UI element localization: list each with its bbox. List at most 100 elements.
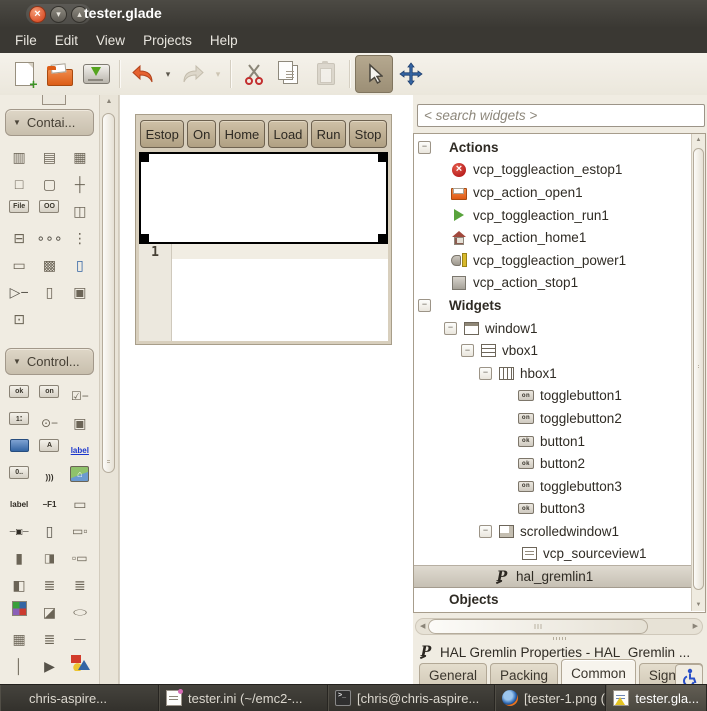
palette-icon-comboboxentry[interactable]: ◪ (36, 601, 62, 623)
palette-icon-fixed[interactable]: ┼ (67, 173, 93, 195)
drag-resize-button[interactable] (393, 56, 429, 92)
expander-icon[interactable] (418, 141, 431, 154)
properties-tab[interactable]: Packing (490, 663, 558, 685)
palette-icon-hbox[interactable]: ▥ (6, 146, 32, 168)
palette-icon-hpaned[interactable]: ◫ (67, 200, 93, 222)
palette-icon-checkbutton[interactable]: ☑− (67, 385, 93, 407)
expander-icon[interactable] (444, 322, 457, 335)
tree-row[interactable]: window1 (414, 317, 705, 340)
palette-icon-iconview[interactable] (12, 601, 27, 616)
tree-row[interactable]: vcp_toggleaction_run1 (414, 204, 705, 227)
palette-section-containers[interactable]: ▼ Contai... (5, 109, 94, 136)
palette-icon-treeview[interactable]: ≣ (36, 628, 62, 650)
palette-icon-statusbar2[interactable]: ◧ (6, 574, 32, 596)
palette-icon-filechooserbutton[interactable]: File (9, 200, 29, 213)
palette-icon-fontbutton[interactable]: A (39, 439, 59, 452)
menu-view[interactable]: View (87, 30, 134, 51)
palette-icon-hscale[interactable]: ─▣─ (6, 520, 32, 542)
palette-icon-hscrollbar[interactable]: ◨ (36, 547, 62, 569)
tree-row[interactable]: button2 (414, 452, 705, 475)
expander-icon[interactable] (418, 299, 431, 312)
palette-icon-textentry[interactable]: ▭ (67, 493, 93, 515)
redo-dropdown[interactable]: ▾ (211, 69, 225, 80)
scroll-right-icon[interactable]: ▶ (693, 622, 698, 630)
search-input[interactable] (417, 104, 705, 127)
palette-icon-button[interactable]: ok (9, 385, 29, 398)
tree-row[interactable]: vcp_action_stop1 (414, 272, 705, 295)
tree-row[interactable]: Actions (414, 136, 705, 159)
tree-row[interactable]: vcp_action_open1 (414, 181, 705, 204)
minimize-button[interactable]: ▾ (50, 6, 67, 23)
sourceview-widget[interactable]: 1 (139, 244, 388, 341)
palette-icon-handlebox[interactable]: ▯ (67, 254, 93, 276)
palette-icon-radiobutton[interactable]: ⊙− (36, 412, 62, 434)
design-button[interactable]: Run (311, 120, 346, 148)
palette-icon-linkbutton[interactable]: label (67, 439, 93, 461)
redo-button[interactable] (175, 56, 211, 92)
design-button[interactable]: On (187, 120, 216, 148)
palette-icon-textview2[interactable]: ≣ (67, 574, 93, 596)
palette-icon-volumebutton[interactable]: ))) (36, 466, 62, 488)
tree-row[interactable]: vcp_toggleaction_estop1 (414, 159, 705, 182)
horizontal-scrollbar-thumb[interactable] (428, 619, 648, 634)
tree-row[interactable]: Widgets (414, 294, 705, 317)
palette-icon-image[interactable]: ⌂ (70, 466, 89, 482)
palette-icon-drawingarea[interactable] (70, 655, 90, 671)
palette-icon-spinbutton[interactable]: 1⁚ (9, 412, 29, 425)
palette-icon-hscrollbar2[interactable]: ▫▭ (67, 547, 93, 569)
selection-handle[interactable] (378, 234, 387, 243)
palette-icon-hbuttonbox[interactable]: OO (39, 200, 59, 213)
palette-icon-label[interactable]: label (6, 493, 32, 515)
task-firefox[interactable]: [tester-1.png (PNG ... (495, 685, 606, 711)
properties-tab[interactable]: Common (561, 659, 636, 685)
design-button[interactable]: Stop (349, 120, 387, 148)
palette-icon-hseparator[interactable]: ── (67, 628, 93, 650)
tree-row[interactable]: togglebutton3 (414, 475, 705, 498)
palette-icon-buttonbox[interactable]: ∘∘∘ (36, 227, 62, 249)
tree-row[interactable]: togglebutton2 (414, 407, 705, 430)
palette-icon-textview[interactable]: ≣ (36, 574, 62, 596)
design-button[interactable]: Load (268, 120, 308, 148)
selected-hal-gremlin-widget[interactable] (139, 152, 388, 244)
accessibility-tab[interactable] (675, 664, 703, 686)
palette-icon-alignment2[interactable]: ⊡ (6, 308, 32, 330)
close-button[interactable]: × (29, 6, 46, 23)
palette-icon-table[interactable]: ▦ (67, 146, 93, 168)
tree-row[interactable]: vbox1 (414, 339, 705, 362)
palette-icon-scrolledwindow[interactable]: ▣ (67, 281, 93, 303)
palette-icon-togglebutton[interactable]: on (39, 385, 59, 398)
sourceview-text-area[interactable] (172, 244, 388, 341)
palette-icon-layout[interactable]: ▩ (36, 254, 62, 276)
menu-file[interactable]: File (6, 30, 46, 51)
save-button[interactable] (78, 56, 114, 92)
design-window1[interactable]: Estop On Home Load Run Stop 1 (135, 114, 392, 345)
tree-row[interactable]: hbox1 (414, 362, 705, 385)
design-canvas[interactable]: Estop On Home Load Run Stop 1 (119, 95, 413, 685)
selection-handle[interactable] (140, 153, 149, 162)
tree-row[interactable]: button1 (414, 430, 705, 453)
tree-row[interactable]: Objects (414, 588, 705, 611)
copy-button[interactable] (272, 56, 308, 92)
design-button[interactable]: Estop (140, 120, 184, 148)
palette-icon-progressbar[interactable]: ▭▫ (67, 520, 93, 542)
menu-projects[interactable]: Projects (134, 30, 201, 51)
selector-button[interactable] (355, 55, 393, 93)
scroll-up-icon[interactable]: ▲ (692, 137, 705, 143)
palette-icon-vscale[interactable]: ▯ (36, 520, 62, 542)
palette-icon-viewport[interactable]: ▯ (36, 281, 62, 303)
task-tester-ini[interactable]: tester.ini (~/emc2-... (159, 685, 328, 711)
tree-row[interactable]: button3 (414, 498, 705, 521)
tree-row[interactable]: vcp_action_home1 (414, 226, 705, 249)
cut-button[interactable] (236, 56, 272, 92)
palette-icon-vprogressbar[interactable]: ▮ (6, 547, 32, 569)
palette-section-controls[interactable]: ▼ Control... (5, 348, 94, 375)
new-button[interactable] (6, 56, 42, 92)
palette-icon-vbox[interactable]: ▤ (36, 146, 62, 168)
open-button[interactable] (42, 56, 78, 92)
properties-tab[interactable]: General (419, 663, 487, 685)
expander-icon[interactable] (479, 525, 492, 538)
undo-button[interactable] (125, 56, 161, 92)
titlebar[interactable]: × ▾ ▴ tester.glade (0, 0, 707, 29)
selection-handle[interactable] (378, 153, 387, 162)
palette-icon-statusbar[interactable]: 0.. (9, 466, 29, 479)
